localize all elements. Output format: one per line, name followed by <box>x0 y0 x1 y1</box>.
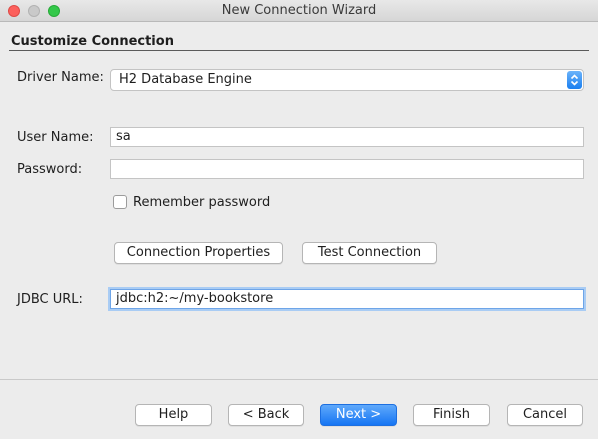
password-input[interactable] <box>110 159 584 179</box>
window-title: New Connection Wizard <box>221 3 377 18</box>
remember-password-checkbox[interactable] <box>113 195 127 209</box>
title-bar[interactable]: New Connection Wizard <box>0 0 598 22</box>
user-name-label: User Name: <box>17 130 94 145</box>
back-button[interactable]: < Back <box>228 404 304 426</box>
next-button[interactable]: Next > <box>320 404 397 426</box>
finish-button[interactable]: Finish <box>413 404 490 426</box>
section-divider <box>9 50 589 51</box>
cancel-button[interactable]: Cancel <box>507 404 583 426</box>
password-label: Password: <box>17 162 83 177</box>
driver-name-value: H2 Database Engine <box>119 72 252 87</box>
connection-properties-button[interactable]: Connection Properties <box>114 242 283 264</box>
help-button[interactable]: Help <box>135 404 212 426</box>
driver-name-label: Driver Name: <box>17 70 104 85</box>
remember-password-label: Remember password <box>133 195 271 210</box>
chevron-up-down-icon[interactable] <box>567 71 582 89</box>
jdbc-url-input[interactable]: jdbc:h2:~/my-bookstore <box>110 289 584 309</box>
wizard-window: New Connection Wizard Customize Connecti… <box>0 0 598 439</box>
driver-name-select[interactable]: H2 Database Engine <box>110 69 584 91</box>
section-title: Customize Connection <box>11 34 174 49</box>
user-name-input[interactable]: sa <box>110 127 584 147</box>
test-connection-button[interactable]: Test Connection <box>302 242 437 264</box>
footer-divider <box>0 379 598 380</box>
jdbc-url-label: JDBC URL: <box>17 292 83 307</box>
